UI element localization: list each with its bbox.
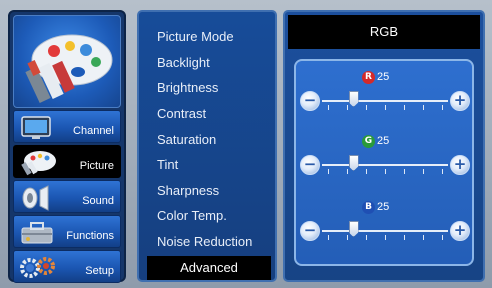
tv-icon — [21, 116, 51, 139]
slider-tick — [404, 105, 405, 110]
menu-item-advanced[interactable]: Advanced — [147, 256, 271, 280]
slider-thumb[interactable] — [348, 221, 359, 237]
slider-tick — [366, 235, 367, 240]
speaker-icon — [22, 185, 49, 211]
slider-tick — [328, 235, 329, 240]
menu-item-brightness[interactable]: Brightness — [157, 80, 218, 95]
green-decrease-button[interactable]: − — [300, 155, 320, 175]
category-label: Setup — [85, 265, 114, 277]
blue-channel-badge: B — [362, 201, 375, 214]
menu-item-tint[interactable]: Tint — [157, 157, 178, 172]
toolbox-icon — [21, 222, 53, 244]
slider-tick — [423, 169, 424, 174]
slider-tick — [442, 105, 443, 110]
red-value: 25 — [377, 71, 390, 83]
slider-tick — [328, 169, 329, 174]
green-value: 25 — [377, 135, 390, 147]
category-sound[interactable]: Sound — [13, 180, 121, 213]
advanced-settings-panel: RGB R 25 − + G 25 − + B 25 − + — [283, 10, 485, 282]
slider-tick — [442, 169, 443, 174]
category-panel: Channel Picture Sound Functions Setup — [8, 10, 126, 283]
picture-hero-image — [13, 15, 121, 108]
slider-tick — [404, 235, 405, 240]
menu-item-noise-reduction[interactable]: Noise Reduction — [157, 234, 252, 249]
red-channel-badge: R — [362, 71, 375, 84]
menu-item-color-temp[interactable]: Color Temp. — [157, 208, 227, 223]
slider-track — [322, 100, 448, 102]
blue-decrease-button[interactable]: − — [300, 221, 320, 241]
gears-icon — [20, 257, 55, 278]
menu-item-contrast[interactable]: Contrast — [157, 106, 206, 121]
category-picture[interactable]: Picture — [13, 145, 121, 178]
slider-thumb[interactable] — [348, 91, 359, 107]
slider-tick — [423, 235, 424, 240]
blue-value: 25 — [377, 201, 390, 213]
slider-tick — [347, 105, 348, 110]
slider-thumb[interactable] — [348, 155, 359, 171]
slider-tick — [328, 105, 329, 110]
category-setup[interactable]: Setup — [13, 250, 121, 283]
slider-tick — [347, 169, 348, 174]
category-label: Functions — [66, 230, 114, 242]
red-gain-slider[interactable]: R 25 − + — [300, 71, 470, 111]
slider-tick — [385, 105, 386, 110]
red-increase-button[interactable]: + — [450, 91, 470, 111]
blue-gain-slider[interactable]: B 25 − + — [300, 201, 470, 241]
green-channel-badge: G — [362, 135, 375, 148]
category-functions[interactable]: Functions — [13, 215, 121, 248]
menu-item-sharpness[interactable]: Sharpness — [157, 183, 219, 198]
slider-track — [322, 164, 448, 166]
category-channel[interactable]: Channel — [13, 110, 121, 143]
green-gain-slider[interactable]: G 25 − + — [300, 135, 470, 175]
slider-tick — [347, 235, 348, 240]
blue-increase-button[interactable]: + — [450, 221, 470, 241]
palette-brushes-illustration — [25, 34, 113, 103]
red-decrease-button[interactable]: − — [300, 91, 320, 111]
category-label: Sound — [82, 195, 114, 207]
menu-item-picture-mode[interactable]: Picture Mode — [157, 29, 234, 44]
slider-tick — [404, 169, 405, 174]
slider-tick — [423, 105, 424, 110]
palette-icon — [21, 151, 56, 176]
slider-tick — [442, 235, 443, 240]
rgb-mode-value[interactable]: RGB — [288, 15, 480, 49]
slider-tick — [385, 235, 386, 240]
green-increase-button[interactable]: + — [450, 155, 470, 175]
slider-track — [322, 230, 448, 232]
category-label: Picture — [79, 160, 114, 172]
category-label: Channel — [73, 125, 114, 137]
osd-frame: Channel Picture Sound Functions Setup Pi… — [0, 0, 492, 288]
slider-tick — [385, 169, 386, 174]
slider-tick — [366, 169, 367, 174]
picture-menu: Picture Mode Backlight Brightness Contra… — [137, 10, 277, 282]
menu-item-backlight[interactable]: Backlight — [157, 55, 210, 70]
menu-item-saturation[interactable]: Saturation — [157, 132, 216, 147]
slider-tick — [366, 105, 367, 110]
rgb-sliders-box: R 25 − + G 25 − + B 25 − + — [294, 59, 474, 266]
